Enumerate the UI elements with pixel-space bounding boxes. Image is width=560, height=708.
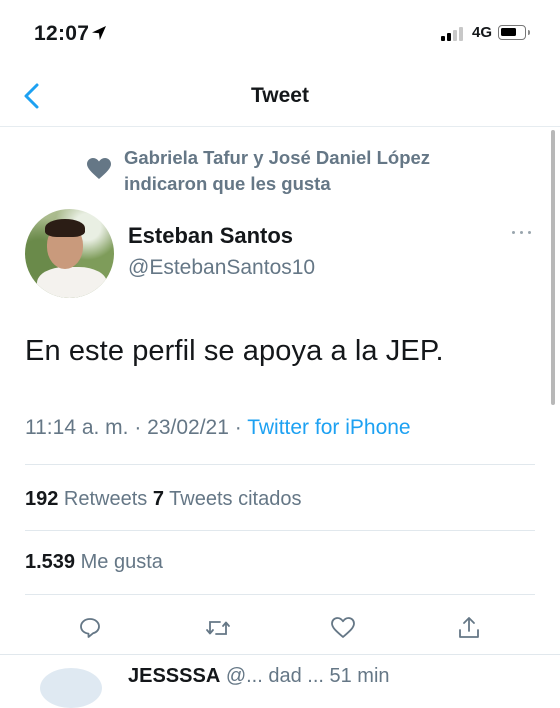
like-stats[interactable]: 1.539 Me gusta — [25, 551, 163, 574]
status-bar: 12:07 4G — [0, 0, 560, 66]
retweet-icon — [206, 621, 230, 635]
reply-button[interactable] — [68, 606, 112, 650]
page-title: Tweet — [251, 84, 309, 107]
social-context-text: Gabriela Tafur y José Daniel López indic… — [124, 145, 524, 197]
likes-count: 1.539 — [25, 551, 76, 573]
heart-outline-icon — [331, 617, 355, 638]
like-button[interactable] — [320, 606, 364, 650]
likes-label: Me gusta — [75, 551, 163, 573]
reply-author-name: JESSSSA — [128, 665, 221, 687]
tweet-meta: 11:14 a. m. · 23/02/21 · Twitter for iPh… — [25, 416, 411, 440]
divider — [25, 530, 535, 531]
action-bar — [0, 606, 560, 650]
signal-icon — [441, 27, 465, 41]
reply-avatar[interactable] — [40, 668, 102, 708]
share-button[interactable] — [447, 606, 491, 650]
quotes-count[interactable]: 7 — [153, 488, 164, 510]
navigation-bar: Tweet — [0, 66, 560, 127]
share-icon — [459, 617, 479, 638]
avatar[interactable] — [25, 209, 114, 298]
tweet-timestamp: 11:14 a. m. · 23/02/21 · — [25, 416, 248, 439]
location-arrow-icon — [92, 26, 106, 40]
tweet-source-link[interactable]: Twitter for iPhone — [247, 416, 410, 439]
retweets-count[interactable]: 192 — [25, 488, 58, 510]
scrollbar[interactable] — [551, 130, 555, 405]
heart-icon — [87, 158, 111, 179]
divider — [25, 594, 535, 595]
battery-icon — [498, 25, 530, 40]
retweet-button[interactable] — [195, 606, 239, 650]
divider — [25, 464, 535, 465]
quotes-label[interactable]: Tweets citados — [164, 488, 301, 510]
network-type: 4G — [472, 24, 493, 41]
retweets-label[interactable]: Retweets — [58, 488, 152, 510]
social-context: Gabriela Tafur y José Daniel López indic… — [86, 141, 516, 197]
status-time: 12:07 — [34, 22, 90, 45]
reply-icon — [80, 618, 100, 638]
tweet-text: En este perfil se apoya a la JEP. — [25, 335, 444, 367]
social-context-line2: indicaron que les gusta — [124, 173, 331, 194]
reply-author-meta: @... dad ... 51 min — [220, 665, 390, 687]
author-name[interactable]: Esteban Santos — [128, 223, 293, 249]
divider — [0, 654, 560, 655]
retweet-stats: 192 Retweets 7 Tweets citados — [25, 488, 301, 511]
author-handle[interactable]: @EstebanSantos10 — [128, 256, 315, 280]
more-options-icon[interactable] — [510, 226, 534, 240]
social-context-line1[interactable]: Gabriela Tafur y José Daniel López — [124, 145, 524, 171]
reply-header[interactable]: JESSSSA @... dad ... 51 min — [128, 665, 390, 688]
